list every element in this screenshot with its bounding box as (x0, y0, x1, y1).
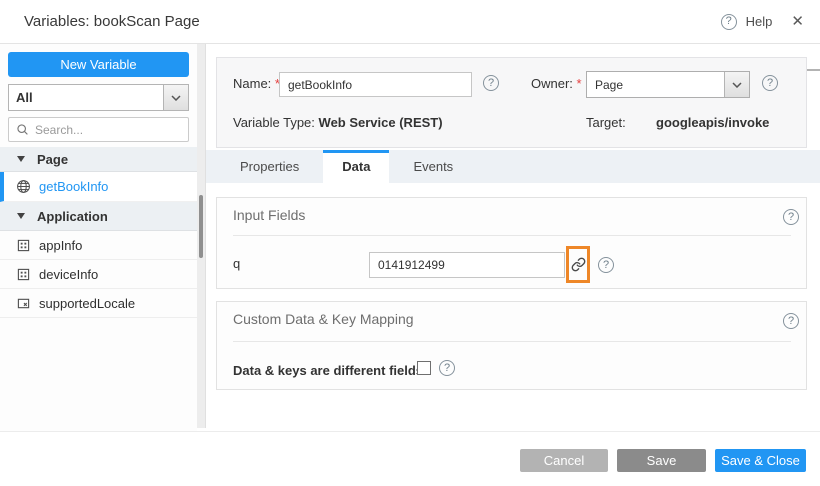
section-title: Input Fields (233, 207, 306, 223)
new-variable-button[interactable]: New Variable (8, 52, 189, 77)
save-button[interactable]: Save (617, 449, 706, 472)
tree-group-application[interactable]: Application (0, 202, 197, 231)
tab-properties[interactable]: Properties (216, 150, 323, 183)
app-data-icon (16, 268, 31, 281)
variable-filter-value: All (16, 90, 33, 105)
tree-item-label: getBookInfo (39, 179, 109, 194)
sidebar-scrollbar-thumb[interactable] (199, 195, 203, 258)
variable-type-label: Variable Type: (233, 115, 315, 130)
owner-select[interactable]: Page (586, 71, 750, 98)
dialog-footer: Cancel Save Save & Close (0, 431, 820, 486)
different-fields-label: Data & keys are different fields (233, 363, 424, 378)
tree-group-page[interactable]: Page (0, 147, 197, 172)
page-title: Variables: bookScan Page (24, 13, 200, 30)
collapse-triangle-icon (17, 156, 25, 162)
bind-data-button[interactable] (566, 246, 590, 283)
help-icon[interactable]: ? (720, 13, 737, 30)
app-data-icon (16, 239, 31, 252)
cancel-button[interactable]: Cancel (520, 449, 608, 472)
variable-type-row: Variable Type: Web Service (REST) (233, 115, 443, 130)
variables-tree: Page getBookInfo Application appInfo dev… (0, 147, 197, 318)
tree-group-label: Page (37, 151, 69, 167)
different-fields-checkbox[interactable] (417, 361, 431, 375)
variable-search (8, 117, 189, 142)
variable-type-value: Web Service (REST) (318, 115, 443, 130)
variable-filter-select[interactable]: All (8, 84, 189, 111)
q-field-input[interactable] (369, 252, 565, 278)
target-label: Target: (586, 115, 626, 130)
header-actions: ? Help ✕ (720, 0, 804, 43)
tree-item-label: deviceInfo (39, 266, 99, 282)
variables-dialog: Variables: bookScan Page ? Help ✕ New Va… (0, 0, 820, 486)
close-icon[interactable]: ✕ (791, 14, 804, 29)
dialog-header: Variables: bookScan Page ? Help ✕ (0, 0, 820, 44)
collapse-triangle-icon (17, 213, 25, 219)
required-asterisk: * (576, 76, 582, 91)
variable-detail-panel: Name: * ? Owner: * Page ? Variable Type:… (216, 57, 807, 148)
sidebar-scrollbar (197, 44, 206, 428)
section-title: Custom Data & Key Mapping (233, 311, 414, 327)
tree-group-label: Application (37, 208, 108, 224)
tree-item-label: appInfo (39, 237, 83, 253)
variables-sidebar: New Variable All Page getBookInfo (0, 44, 197, 431)
tab-data[interactable]: Data (323, 150, 390, 183)
name-label: Name: * (233, 76, 280, 91)
tab-events[interactable]: Events (389, 150, 477, 183)
detail-tabs: Properties Data Events (206, 150, 820, 183)
target-value: googleapis/invoke (656, 115, 770, 130)
help-link[interactable]: Help (746, 14, 773, 29)
sidebar-item-supportedlocale[interactable]: supportedLocale (0, 289, 197, 318)
q-field-label: q (233, 256, 241, 271)
owner-label: Owner: * (531, 76, 582, 91)
owner-help-icon[interactable]: ? (762, 75, 778, 91)
name-help-icon[interactable]: ? (483, 75, 499, 91)
input-fields-help-icon[interactable]: ? (783, 209, 799, 225)
globe-icon (16, 179, 31, 194)
name-field[interactable] (279, 72, 472, 97)
locale-icon (16, 297, 31, 310)
main-panel: Name: * ? Owner: * Page ? Variable Type:… (206, 44, 820, 431)
search-icon (15, 123, 30, 136)
sidebar-item-deviceinfo[interactable]: deviceInfo (0, 260, 197, 289)
sidebar-item-getbookinfo[interactable]: getBookInfo (0, 172, 197, 202)
different-fields-help-icon[interactable]: ? (439, 360, 455, 376)
custom-mapping-section: Custom Data & Key Mapping ? Data & keys … (216, 301, 807, 390)
owner-value: Page (595, 77, 624, 92)
main-scrollbar-thumb[interactable] (807, 69, 820, 71)
link-icon (571, 257, 586, 272)
input-fields-section: Input Fields ? q ? (216, 197, 807, 289)
search-input[interactable] (35, 122, 182, 137)
q-help-icon[interactable]: ? (598, 257, 614, 273)
divider (233, 235, 791, 236)
chevron-down-icon (163, 85, 188, 110)
tree-item-label: supportedLocale (39, 295, 136, 311)
sidebar-item-appinfo[interactable]: appInfo (0, 231, 197, 260)
custom-mapping-help-icon[interactable]: ? (783, 313, 799, 329)
divider (233, 341, 791, 342)
save-and-close-button[interactable]: Save & Close (715, 449, 806, 472)
chevron-down-icon (724, 72, 749, 97)
